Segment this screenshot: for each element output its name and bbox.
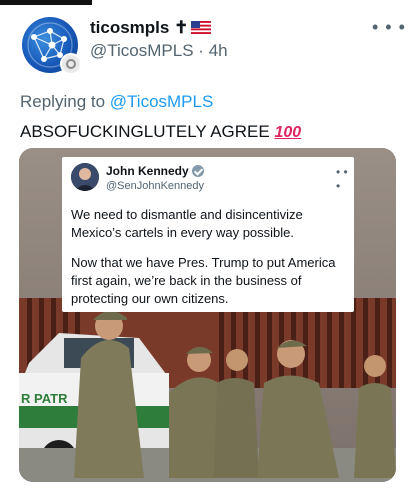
embedded-tweet-paragraph-2: Now that we have Pres. Trump to put Amer… — [71, 255, 336, 306]
verified-badge-icon — [191, 165, 204, 177]
affiliate-badge-icon — [60, 53, 82, 75]
more-options-icon[interactable]: • • • — [372, 17, 406, 38]
tweet-text-body: ABSOFUCKINGLUTELY AGREE — [20, 122, 275, 141]
vehicle-text: R PATR — [21, 391, 68, 406]
us-flag-icon — [191, 20, 212, 34]
tweet-timestamp[interactable]: 4h — [209, 41, 228, 60]
embedded-tweet-card[interactable]: John Kennedy @SenJohnKennedy • • • We ne… — [62, 157, 354, 312]
replying-to-prefix: Replying to — [20, 92, 110, 111]
author-display-name[interactable]: ticosmpls ✝ — [90, 18, 212, 38]
embedded-tweet-paragraph-1: We need to dismantle and disincentivize … — [71, 207, 303, 240]
embedded-author-handle[interactable]: @SenJohnKennedy — [106, 180, 204, 192]
person-avatar-icon — [71, 163, 99, 191]
reply-mention-link[interactable]: @TicosMPLS — [110, 92, 214, 111]
tweet-text: ABSOFUCKINGLUTELY AGREE 100 — [20, 122, 301, 142]
replying-to-line: Replying to @TicosMPLS — [20, 92, 213, 112]
top-edge-bar — [0, 0, 92, 5]
embedded-more-icon[interactable]: • • • — [336, 165, 354, 193]
author-meta: @TicosMPLS · 4h — [90, 41, 228, 61]
embedded-author-name[interactable]: John Kennedy — [106, 164, 204, 178]
author-handle[interactable]: @TicosMPLS — [90, 41, 194, 60]
hundred-points-emoji-icon: 100 — [274, 124, 302, 141]
meta-separator: · — [198, 41, 204, 60]
embedded-author-avatar[interactable] — [71, 163, 99, 191]
